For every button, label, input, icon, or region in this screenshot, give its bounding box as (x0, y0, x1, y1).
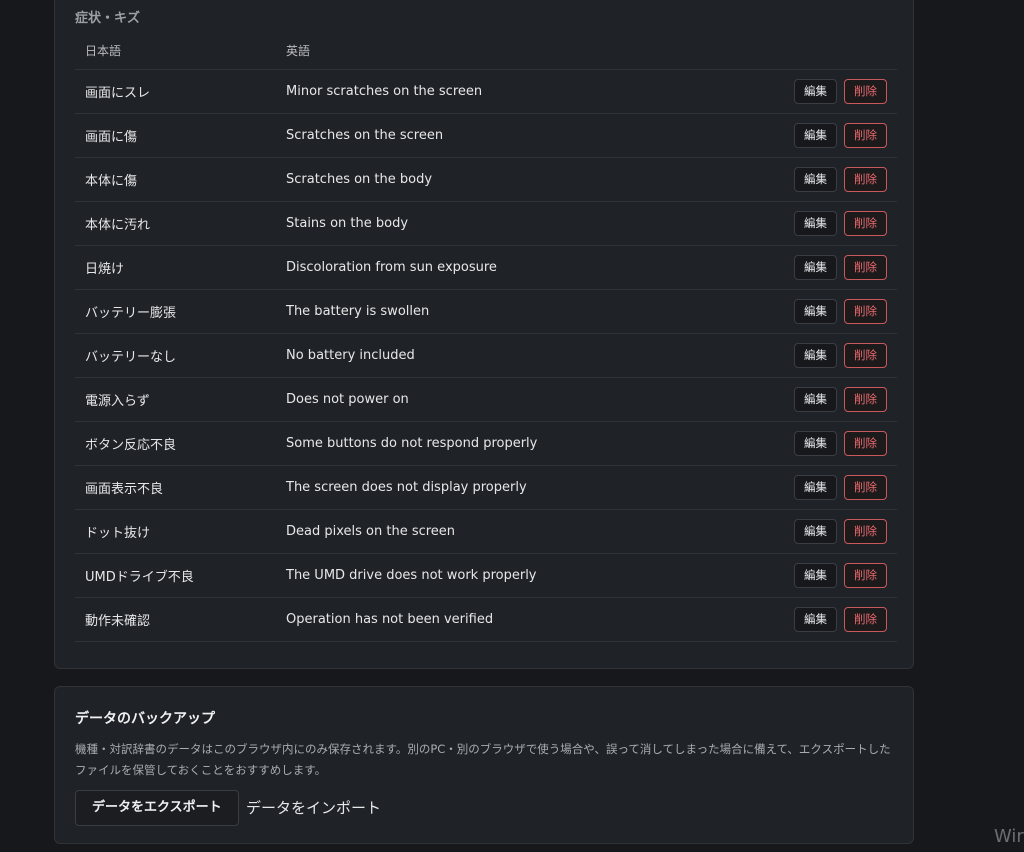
delete-button[interactable]: 削除 (844, 167, 887, 192)
edit-button[interactable]: 編集 (794, 255, 837, 280)
cell-english: The UMD drive does not work properly (286, 568, 537, 583)
edit-button[interactable]: 編集 (794, 431, 837, 456)
row-actions: 編集 削除 (791, 123, 897, 148)
edit-button[interactable]: 編集 (794, 475, 837, 500)
cell-english: Does not power on (286, 392, 409, 407)
cell-japanese: 動作未確認 (85, 614, 151, 629)
cell-english: Minor scratches on the screen (286, 84, 483, 99)
dictionary-table: 日本語 英語 画面にスレ Minor scratches on the scree… (75, 31, 897, 642)
cell-japanese: 画面にスレ (85, 86, 151, 101)
backup-title: データのバックアップ (75, 711, 215, 727)
page: 症状・キズ 日本語 英語 画面にスレ Minor scratches on the… (0, 0, 1024, 852)
cell-english: Discoloration from sun exposure (286, 260, 497, 275)
table-row: 画面にスレ Minor scratches on the screen 編集 削除 (75, 70, 897, 114)
delete-button[interactable]: 削除 (844, 519, 887, 544)
delete-button[interactable]: 削除 (844, 123, 887, 148)
delete-button[interactable]: 削除 (844, 563, 887, 588)
table-row: 本体に傷 Scratches on the body 編集 削除 (75, 158, 897, 202)
cell-english: Operation has not been verified (286, 612, 494, 627)
cell-japanese: UMDドライブ不良 (85, 570, 194, 585)
delete-button[interactable]: 削除 (844, 343, 887, 368)
table-row: 日焼け Discoloration from sun exposure 編集 削除 (75, 246, 897, 290)
edit-button[interactable]: 編集 (794, 167, 837, 192)
table-row: バッテリー膨張 The battery is swollen 編集 削除 (75, 290, 897, 334)
row-actions: 編集 削除 (791, 563, 897, 588)
table-body: 画面にスレ Minor scratches on the screen 編集 削除 画面… (75, 70, 897, 642)
row-actions: 編集 削除 (791, 387, 897, 412)
delete-button[interactable]: 削除 (844, 431, 887, 456)
os-watermark: Wir (994, 826, 1024, 847)
table-row: UMDドライブ不良 The UMD drive does not work pro… (75, 554, 897, 598)
row-actions: 編集 削除 (791, 343, 897, 368)
row-actions: 編集 削除 (791, 167, 897, 192)
backup-description: 機種・対訳辞書のデータはこのブラウザ内にのみ保存されます。別のPC・別のブラウザ… (75, 742, 891, 777)
delete-button[interactable]: 削除 (844, 211, 887, 236)
section-title: 症状・キズ (75, 11, 141, 26)
row-actions: 編集 削除 (791, 607, 897, 632)
table-header: 日本語 英語 (75, 31, 897, 70)
import-button[interactable]: データをインポート (246, 797, 381, 818)
cell-japanese: 日焼け (85, 262, 125, 277)
cell-japanese: 画面表示不良 (85, 482, 164, 497)
table-row: 動作未確認 Operation has not been verified 編集 削除 (75, 598, 897, 642)
cell-english: No battery included (286, 348, 415, 363)
cell-english: The screen does not display properly (286, 480, 527, 495)
edit-button[interactable]: 編集 (794, 299, 837, 324)
cell-japanese: ドット抜け (85, 526, 151, 541)
cell-japanese: 本体に傷 (85, 174, 138, 189)
edit-button[interactable]: 編集 (794, 211, 837, 236)
delete-button[interactable]: 削除 (844, 475, 887, 500)
cell-japanese: バッテリー膨張 (85, 306, 177, 321)
table-row: 電源入らず Does not power on 編集 削除 (75, 378, 897, 422)
header-english: 英語 (286, 43, 311, 58)
delete-button[interactable]: 削除 (844, 299, 887, 324)
row-actions: 編集 削除 (791, 475, 897, 500)
cell-english: Dead pixels on the screen (286, 524, 456, 539)
row-actions: 編集 削除 (791, 299, 897, 324)
cell-english: The battery is swollen (286, 304, 430, 319)
edit-button[interactable]: 編集 (794, 79, 837, 104)
cell-japanese: 電源入らず (85, 394, 150, 409)
table-row: ドット抜け Dead pixels on the screen 編集 削除 (75, 510, 897, 554)
cell-english: Scratches on the body (286, 172, 433, 187)
row-actions: 編集 削除 (791, 519, 897, 544)
table-row: バッテリーなし No battery included 編集 削除 (75, 334, 897, 378)
cell-english: Scratches on the screen (286, 128, 444, 143)
table-row: 本体に汚れ Stains on the body 編集 削除 (75, 202, 897, 246)
delete-button[interactable]: 削除 (844, 387, 887, 412)
table-row: 画面表示不良 The screen does not display proper… (75, 466, 897, 510)
table-row: 画面に傷 Scratches on the screen 編集 削除 (75, 114, 897, 158)
cell-japanese: 本体に汚れ (85, 218, 151, 233)
header-japanese: 日本語 (85, 43, 122, 58)
cell-english: Stains on the body (286, 216, 409, 231)
cell-japanese: ボタン反応不良 (85, 438, 177, 453)
delete-button[interactable]: 削除 (844, 607, 887, 632)
delete-button[interactable]: 削除 (844, 79, 887, 104)
row-actions: 編集 削除 (791, 211, 897, 236)
edit-button[interactable]: 編集 (794, 607, 837, 632)
export-button[interactable]: データをエクスポート (75, 790, 239, 826)
cell-japanese: 画面に傷 (85, 130, 138, 145)
edit-button[interactable]: 編集 (794, 387, 837, 412)
table-row: ボタン反応不良 Some buttons do not respond prope… (75, 422, 897, 466)
edit-button[interactable]: 編集 (794, 563, 837, 588)
edit-button[interactable]: 編集 (794, 123, 837, 148)
row-actions: 編集 削除 (791, 431, 897, 456)
edit-button[interactable]: 編集 (794, 343, 837, 368)
cell-japanese: バッテリーなし (85, 350, 177, 365)
row-actions: 編集 削除 (791, 255, 897, 280)
backup-panel: データのバックアップ 機種・対訳辞書のデータはこのブラウザ内にのみ保存されます。… (54, 686, 914, 844)
row-actions: 編集 削除 (791, 79, 897, 104)
edit-button[interactable]: 編集 (794, 519, 837, 544)
dictionary-panel: 症状・キズ 日本語 英語 画面にスレ Minor scratches on the… (54, 0, 914, 669)
cell-english: Some buttons do not respond properly (286, 436, 538, 451)
delete-button[interactable]: 削除 (844, 255, 887, 280)
